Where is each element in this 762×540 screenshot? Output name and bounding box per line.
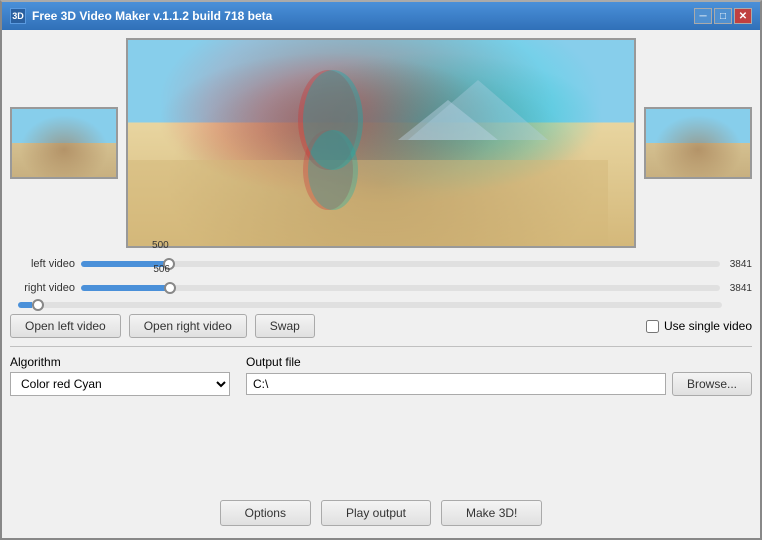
preview-svg [128, 40, 634, 246]
output-row: Browse... [246, 372, 752, 396]
right-video-slider[interactable] [81, 285, 720, 291]
use-single-video-group: Use single video [646, 319, 752, 333]
right-thumbnail [644, 107, 752, 179]
main-preview [126, 38, 636, 248]
make-3d-button[interactable]: Make 3D! [441, 500, 542, 526]
algorithm-label: Algorithm [10, 355, 230, 369]
main-window: 3D Free 3D Video Maker v.1.1.2 build 718… [0, 0, 762, 540]
app-icon: 3D [10, 8, 26, 24]
main-content: left video 500 3841 right video 506 3841 [2, 30, 760, 538]
right-video-row: right video 506 3841 [10, 278, 752, 298]
algo-section: Algorithm Color red Cyan Half Color Gray… [10, 355, 752, 396]
sliders-section: left video 500 3841 right video 506 3841 [10, 254, 752, 308]
left-video-label: left video [10, 258, 75, 270]
output-file-input[interactable] [246, 373, 666, 395]
left-video-row: left video 500 3841 [10, 254, 752, 274]
left-video-slider[interactable] [81, 261, 720, 267]
algorithm-select[interactable]: Color red Cyan Half Color Grayscale Opti… [10, 372, 230, 396]
use-single-video-checkbox[interactable] [646, 320, 659, 333]
options-button[interactable]: Options [220, 500, 311, 526]
left-video-value: 500 [152, 240, 169, 251]
right-video-max: 3841 [730, 283, 752, 294]
output-group: Output file Browse... [246, 355, 752, 396]
maximize-button[interactable]: □ [714, 8, 732, 24]
divider [10, 346, 752, 347]
left-video-max: 3841 [730, 259, 752, 270]
window-title: Free 3D Video Maker v.1.1.2 build 718 be… [32, 9, 694, 23]
left-thumbnail [10, 107, 118, 179]
open-right-video-button[interactable]: Open right video [129, 314, 247, 338]
single-slider-row [10, 302, 752, 308]
right-thumb-image [646, 109, 750, 177]
single-slider[interactable] [18, 302, 722, 308]
left-video-slider-container: 500 [81, 254, 720, 274]
preview-area [10, 38, 752, 248]
algorithm-group: Algorithm Color red Cyan Half Color Gray… [10, 355, 230, 396]
right-video-slider-container: 506 [81, 278, 720, 298]
right-video-label: right video [10, 282, 75, 294]
left-thumb-image [12, 109, 116, 177]
output-file-label: Output file [246, 355, 752, 369]
play-output-button[interactable]: Play output [321, 500, 431, 526]
swap-button[interactable]: Swap [255, 314, 315, 338]
titlebar: 3D Free 3D Video Maker v.1.1.2 build 718… [2, 2, 760, 30]
browse-button[interactable]: Browse... [672, 372, 752, 396]
minimize-button[interactable]: ─ [694, 8, 712, 24]
open-left-video-button[interactable]: Open left video [10, 314, 121, 338]
use-single-video-label: Use single video [664, 319, 752, 333]
close-button[interactable]: ✕ [734, 8, 752, 24]
preview-image [128, 40, 634, 246]
window-controls: ─ □ ✕ [694, 8, 752, 24]
right-video-value: 506 [153, 264, 170, 275]
bottom-buttons: Options Play output Make 3D! [10, 500, 752, 530]
buttons-row: Open left video Open right video Swap Us… [10, 314, 752, 338]
